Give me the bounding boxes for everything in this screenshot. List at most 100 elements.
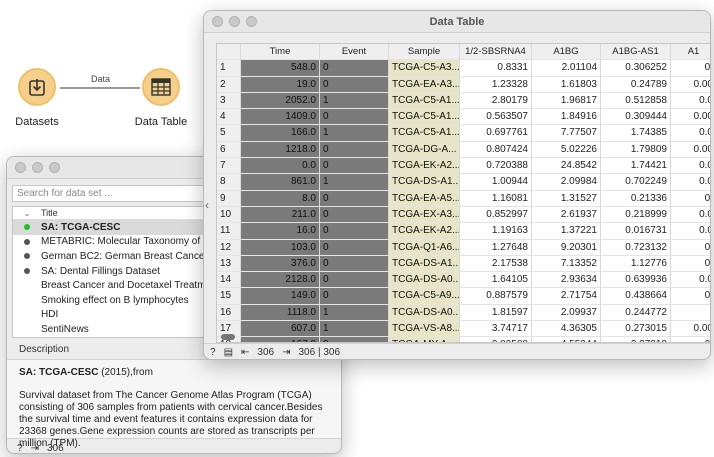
close-button[interactable] <box>15 162 26 173</box>
table-cell[interactable]: 0.00 <box>671 109 710 126</box>
table-cell[interactable]: 2.93634 <box>532 272 601 289</box>
row-index[interactable]: 2 <box>217 76 241 93</box>
row-index[interactable]: 12 <box>217 239 241 256</box>
table-cell[interactable]: TCGA-EX-A3... <box>389 206 460 224</box>
table-cell[interactable]: 0.309444 <box>601 109 671 126</box>
table-row[interactable]: 12 103.0 0 TCGA-Q1-A6... 1.27648 9.20301 0.723… <box>217 239 710 256</box>
table-cell[interactable]: 0.016731 <box>601 223 671 240</box>
table-cell[interactable]: 0 <box>320 190 389 207</box>
table-cell[interactable]: 1.61803 <box>532 76 601 93</box>
table-cell[interactable]: 0 <box>320 141 389 159</box>
table-cell[interactable]: 0.218999 <box>601 206 671 224</box>
help-icon[interactable]: ? <box>210 347 216 358</box>
table-cell[interactable]: 861.0 <box>241 174 320 191</box>
table-cell[interactable]: 2.80179 <box>460 92 532 110</box>
table-cell[interactable]: 1.12776 <box>601 255 671 273</box>
row-index[interactable]: 16 <box>217 304 241 322</box>
row-index[interactable]: 6 <box>217 141 241 159</box>
table-cell[interactable]: 16.0 <box>241 223 320 240</box>
table-cell[interactable]: 0 <box>320 239 389 256</box>
table-cell[interactable]: 0 <box>320 255 389 273</box>
table-cell[interactable]: TCGA-C5-A9... <box>389 288 460 305</box>
table-cell[interactable]: 376.0 <box>241 255 320 273</box>
table-cell[interactable]: 1.81597 <box>460 304 532 322</box>
table-cell[interactable]: 0.512858 <box>601 92 671 110</box>
table-cell[interactable]: 166.0 <box>241 125 320 142</box>
zoom-button[interactable] <box>246 16 257 27</box>
table-cell[interactable]: 8.0 <box>241 190 320 207</box>
table-cell[interactable]: TCGA-DS-A1... <box>389 174 460 191</box>
table-row[interactable]: 16 1118.0 1 TCGA-DS-A0... 1.81597 2.09937 0.24… <box>217 304 710 322</box>
table-cell[interactable]: 1.96817 <box>532 92 601 110</box>
table-cell[interactable]: 1.74385 <box>601 125 671 142</box>
table-cell[interactable]: 0. <box>671 191 710 207</box>
help-icon[interactable]: ? <box>17 443 23 454</box>
table-cell[interactable]: TCGA-C5-A1... <box>389 109 460 126</box>
table-cell[interactable]: 5.02226 <box>532 141 601 159</box>
table-cell[interactable]: 0. <box>671 240 710 256</box>
table-cell[interactable]: TCGA-DS-A0... <box>389 304 460 322</box>
row-index[interactable]: 3 <box>217 92 241 110</box>
table-cell[interactable]: 1.16081 <box>460 190 532 207</box>
table-cell[interactable]: 1.37221 <box>532 223 601 240</box>
table-cell[interactable]: 1.79809 <box>601 141 671 159</box>
table-cell[interactable]: 1.00944 <box>460 174 532 191</box>
table-row[interactable]: 14 2128.0 0 TCGA-DS-A0... 1.64105 2.93634 0.63… <box>217 272 710 289</box>
table-cell[interactable]: 1.19163 <box>460 223 532 240</box>
table-cell[interactable]: TCGA-DG-A... <box>389 141 460 159</box>
report-icon[interactable]: ▤ <box>224 347 233 358</box>
table-cell[interactable]: TCGA-C5-A1... <box>389 92 460 110</box>
table-cell[interactable]: 1 <box>320 125 389 142</box>
table-cell[interactable]: 0.0 <box>671 174 710 191</box>
minimize-button[interactable] <box>32 162 43 173</box>
column-header[interactable] <box>217 44 241 61</box>
table-cell[interactable]: TCGA-VS-A8... <box>389 321 460 338</box>
table-cell[interactable]: 1118.0 <box>241 304 320 322</box>
row-index[interactable]: 9 <box>217 190 241 207</box>
table-cell[interactable]: 0.0 <box>671 223 710 240</box>
table-cell[interactable]: 0.00 <box>671 321 710 338</box>
table-cell[interactable]: 0.273015 <box>601 321 671 338</box>
column-header[interactable]: A1BG-AS1 <box>601 44 671 61</box>
table-cell[interactable]: 1218.0 <box>241 141 320 159</box>
table-cell[interactable]: 1 <box>320 304 389 322</box>
table-cell[interactable]: TCGA-Q1-A6... <box>389 239 460 256</box>
column-title[interactable]: Title <box>41 208 58 218</box>
row-index[interactable]: 4 <box>217 109 241 126</box>
table-cell[interactable]: 0.723132 <box>601 239 671 256</box>
table-cell[interactable]: 1.64105 <box>460 272 532 289</box>
table-cell[interactable]: TCGA-EA-A5... <box>389 190 460 207</box>
table-cell[interactable]: 0.720388 <box>460 158 532 175</box>
table-cell[interactable]: 0.702249 <box>601 174 671 191</box>
table-cell[interactable]: TCGA-EK-A2... <box>389 223 460 240</box>
table-cell[interactable]: 7.77507 <box>532 125 601 142</box>
table-cell[interactable]: 1.23328 <box>460 76 532 93</box>
chevron-down-icon[interactable]: ⌄ <box>13 209 41 218</box>
table-cell[interactable]: 0.00 <box>671 142 710 159</box>
table-cell[interactable]: 0.306252 <box>601 60 671 77</box>
table-cell[interactable]: 0 <box>320 76 389 93</box>
chevron-left-icon[interactable]: ‹ <box>205 198 209 212</box>
table-cell[interactable]: 0.24789 <box>601 76 671 93</box>
table-cell[interactable]: 4.36305 <box>532 321 601 338</box>
column-header[interactable]: 1/2-SBSRNA4 <box>460 44 532 61</box>
table-row[interactable]: 9 8.0 0 TCGA-EA-A5... 1.16081 1.31527 0.21336 0… <box>217 190 710 207</box>
table-cell[interactable]: 1409.0 <box>241 109 320 126</box>
table-cell[interactable]: 2.09984 <box>532 174 601 191</box>
row-index[interactable]: 7 <box>217 158 241 175</box>
table-cell[interactable]: 2.71754 <box>532 288 601 305</box>
table-cell[interactable]: 1.84916 <box>532 109 601 126</box>
table-cell[interactable]: 0.887579 <box>460 288 532 305</box>
table-row[interactable]: 5 166.0 1 TCGA-C5-A1... 0.697761 7.77507 1.743… <box>217 125 710 142</box>
table-row[interactable]: 10 211.0 0 TCGA-EX-A3... 0.852997 2.61937 0.21… <box>217 206 710 224</box>
table-cell[interactable]: 1.74421 <box>601 158 671 175</box>
table-cell[interactable]: TCGA-DS-A0... <box>389 272 460 289</box>
table-row[interactable]: 3 2052.0 1 TCGA-C5-A1... 2.80179 1.96817 0.512… <box>217 92 710 110</box>
table-cell[interactable]: 607.0 <box>241 321 320 338</box>
table-cell[interactable] <box>671 305 710 322</box>
row-index[interactable]: 15 <box>217 288 241 305</box>
table-cell[interactable]: 0. <box>671 288 710 305</box>
table-cell[interactable]: 0.0 <box>671 207 710 224</box>
table-cell[interactable]: 0.0 <box>241 158 320 175</box>
table-cell[interactable]: 0 <box>320 272 389 289</box>
